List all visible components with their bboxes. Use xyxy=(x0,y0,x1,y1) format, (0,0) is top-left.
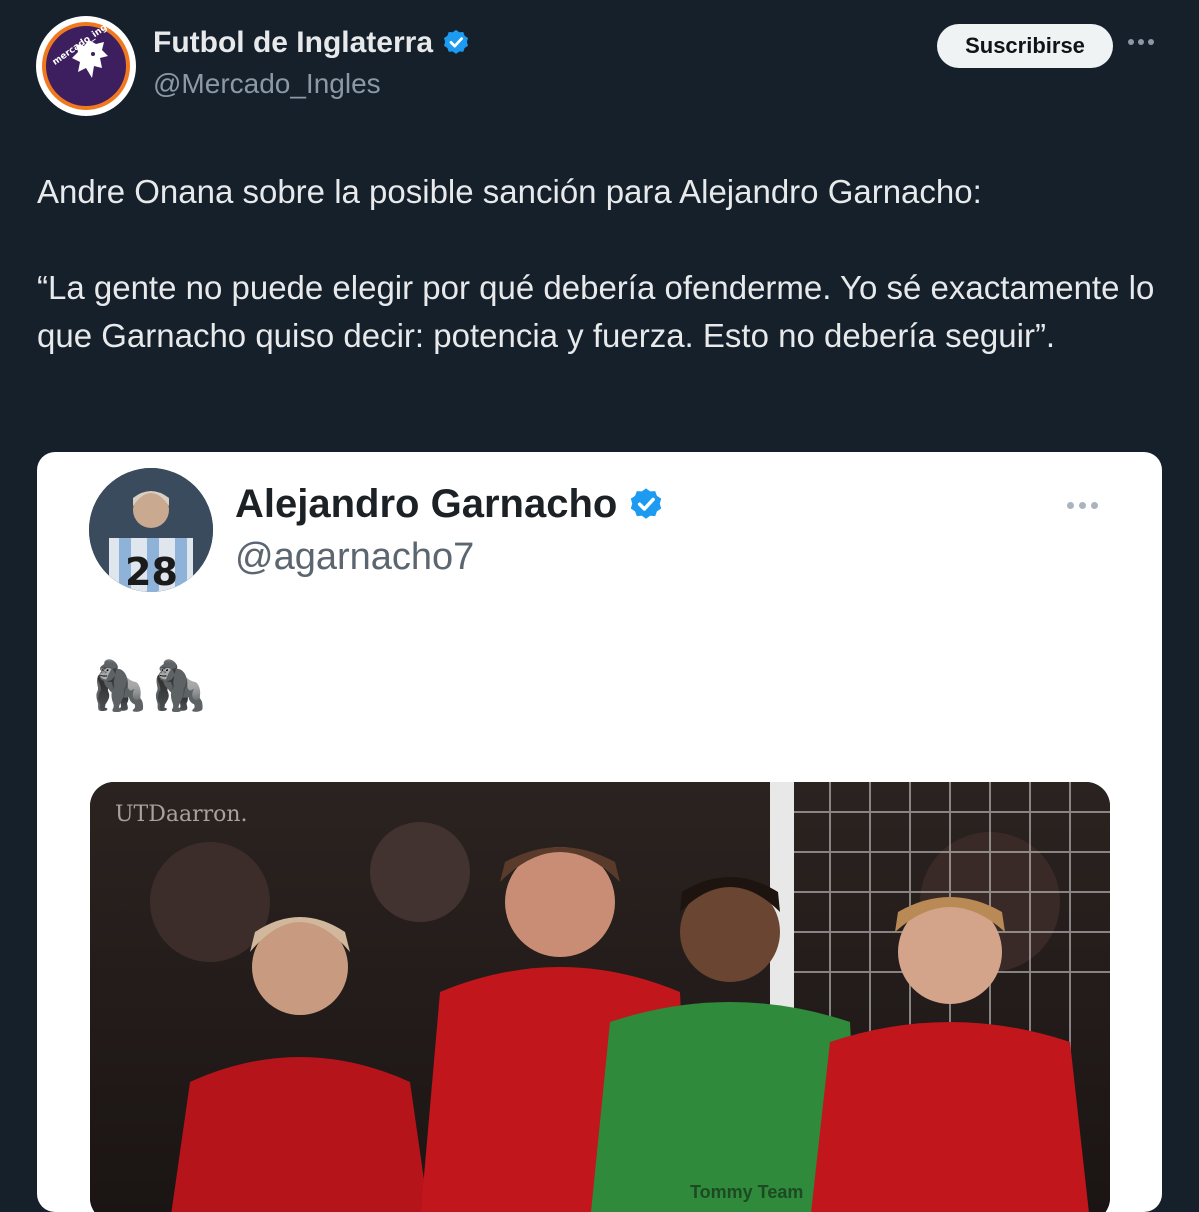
verified-badge-icon xyxy=(631,487,662,519)
embedded-avatar: 28 xyxy=(89,468,213,592)
account-name-row: Futbol de Inglaterra xyxy=(153,26,471,60)
account-name[interactable]: Futbol de Inglaterra xyxy=(153,26,433,60)
team-celebration-photo: UTDaarron. Tommy Team xyxy=(90,782,1110,1212)
tweet-text-quote: “La gente no puede elegir por qué deberí… xyxy=(37,269,1155,354)
photo-watermark: UTDaarron. xyxy=(115,802,248,827)
players-photo-illustration xyxy=(90,782,1110,1212)
tweet-text: Andre Onana sobre la posible sanción par… xyxy=(37,168,1157,360)
embedded-name: Alejandro Garnacho xyxy=(235,482,618,526)
gorilla-emoji-text: 🦍🦍 xyxy=(89,660,209,713)
tweet-text-line1: Andre Onana sobre la posible sanción par… xyxy=(37,173,982,210)
embedded-image-card[interactable]: 28 Alejandro Garnacho @agarnacho7 🦍🦍 UTD… xyxy=(37,452,1162,1212)
subscribe-button[interactable]: Suscribirse xyxy=(937,24,1113,68)
account-avatar[interactable]: mercado_ingles xyxy=(36,16,136,116)
embedded-more-icon xyxy=(1067,496,1107,509)
jersey-number: 28 xyxy=(125,550,178,592)
embedded-handle: @agarnacho7 xyxy=(235,536,475,578)
embedded-name-row: Alejandro Garnacho xyxy=(235,482,665,527)
tweet-header: mercado_ingles Futbol de Inglaterra @Mer… xyxy=(0,0,1199,140)
account-handle[interactable]: @Mercado_Ingles xyxy=(153,68,381,100)
more-dots-icon[interactable] xyxy=(1128,32,1162,60)
verified-badge-icon xyxy=(444,29,469,54)
